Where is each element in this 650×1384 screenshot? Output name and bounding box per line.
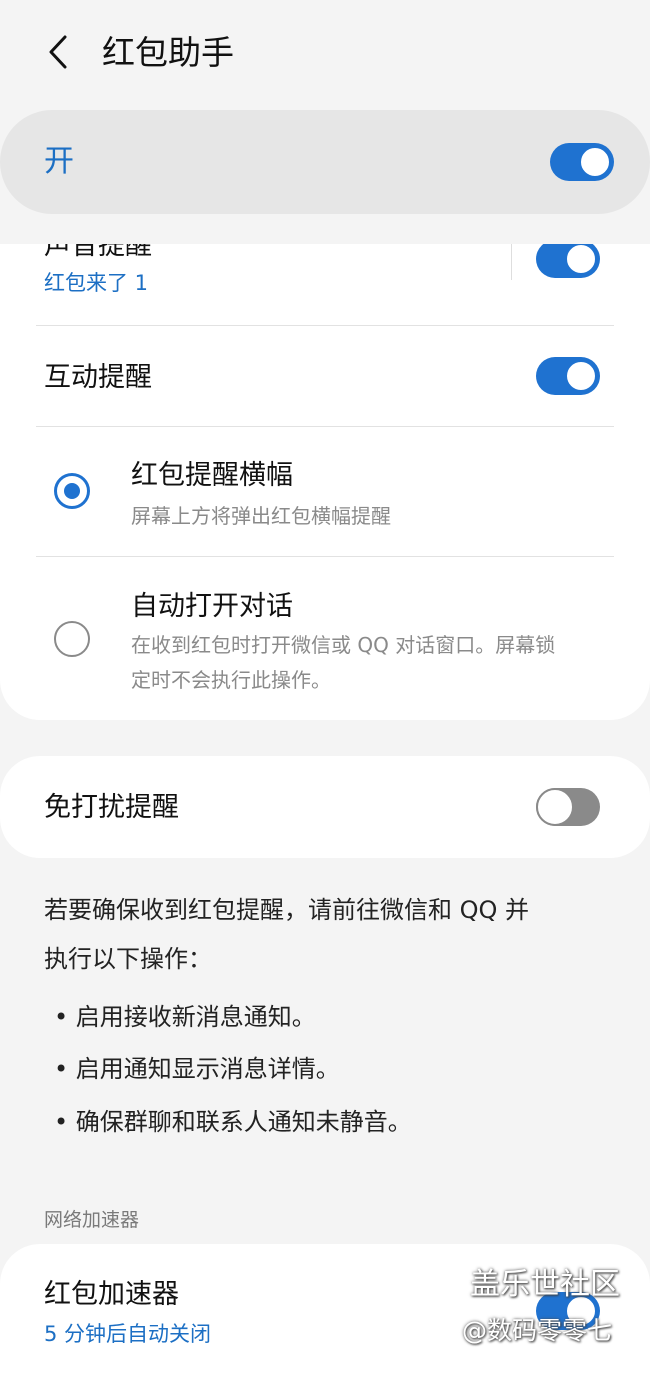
divider <box>36 426 614 427</box>
radio-checked-icon[interactable] <box>54 473 90 509</box>
info-text-line2: 执行以下操作： <box>44 945 212 973</box>
info-text-line1: 若要确保收到红包提醒，请前往微信和 QQ 并 <box>44 896 530 924</box>
toggle-knob <box>565 244 597 275</box>
option-auto-open-title: 自动打开对话 <box>131 591 293 622</box>
divider <box>36 325 614 326</box>
app-bar: 红包助手 <box>0 0 650 108</box>
vertical-divider <box>511 244 512 280</box>
divider <box>36 556 614 557</box>
option-auto-open-desc-line1: 在收到红包时打开微信或 QQ 对话窗口。屏幕锁 <box>131 633 556 657</box>
master-switch-label: 开 <box>44 144 74 179</box>
accelerator-subtitle: 5 分钟后自动关闭 <box>44 1322 212 1346</box>
option-banner-title: 红包提醒横幅 <box>131 460 293 491</box>
info-bullet: • 确保群聊和联系人通知未静音。 <box>54 1108 412 1136</box>
info-bullet: • 启用接收新消息通知。 <box>54 1003 316 1031</box>
sound-reminder-toggle[interactable] <box>536 244 600 278</box>
interactive-reminder-toggle[interactable] <box>536 357 600 395</box>
dnd-reminder-card[interactable]: 免打扰提醒 <box>0 756 650 858</box>
interactive-reminder-title: 互动提醒 <box>44 362 152 393</box>
master-switch-bar[interactable]: 开 <box>0 110 650 214</box>
toggle-knob <box>565 360 597 392</box>
radio-unchecked-icon[interactable] <box>54 621 90 657</box>
master-toggle[interactable] <box>550 143 614 181</box>
option-banner-desc: 屏幕上方将弹出红包横幅提醒 <box>131 504 391 528</box>
section-header-network: 网络加速器 <box>44 1209 140 1231</box>
dnd-reminder-title: 免打扰提醒 <box>44 792 179 823</box>
chevron-left-icon[interactable] <box>40 32 80 72</box>
toggle-knob <box>536 788 574 826</box>
dnd-reminder-toggle[interactable] <box>536 788 600 826</box>
sound-reminder-subtitle: 红包来了 1 <box>44 271 149 295</box>
sound-reminder-title: 声音提醒 <box>44 244 152 261</box>
reminder-settings-card: 声音提醒 红包来了 1 互动提醒 红包提醒横幅 屏幕上方将弹出红包横幅提醒 自动… <box>0 244 650 720</box>
page-title: 红包助手 <box>102 33 234 72</box>
option-auto-open-desc-line2: 定时不会执行此操作。 <box>131 668 331 692</box>
accelerator-title: 红包加速器 <box>44 1279 179 1310</box>
info-bullet: • 启用通知显示消息详情。 <box>54 1055 340 1083</box>
watermark-author: @数码零零七 <box>462 1316 613 1345</box>
toggle-knob <box>579 146 611 178</box>
watermark-community: 盖乐世社区 <box>470 1267 620 1302</box>
